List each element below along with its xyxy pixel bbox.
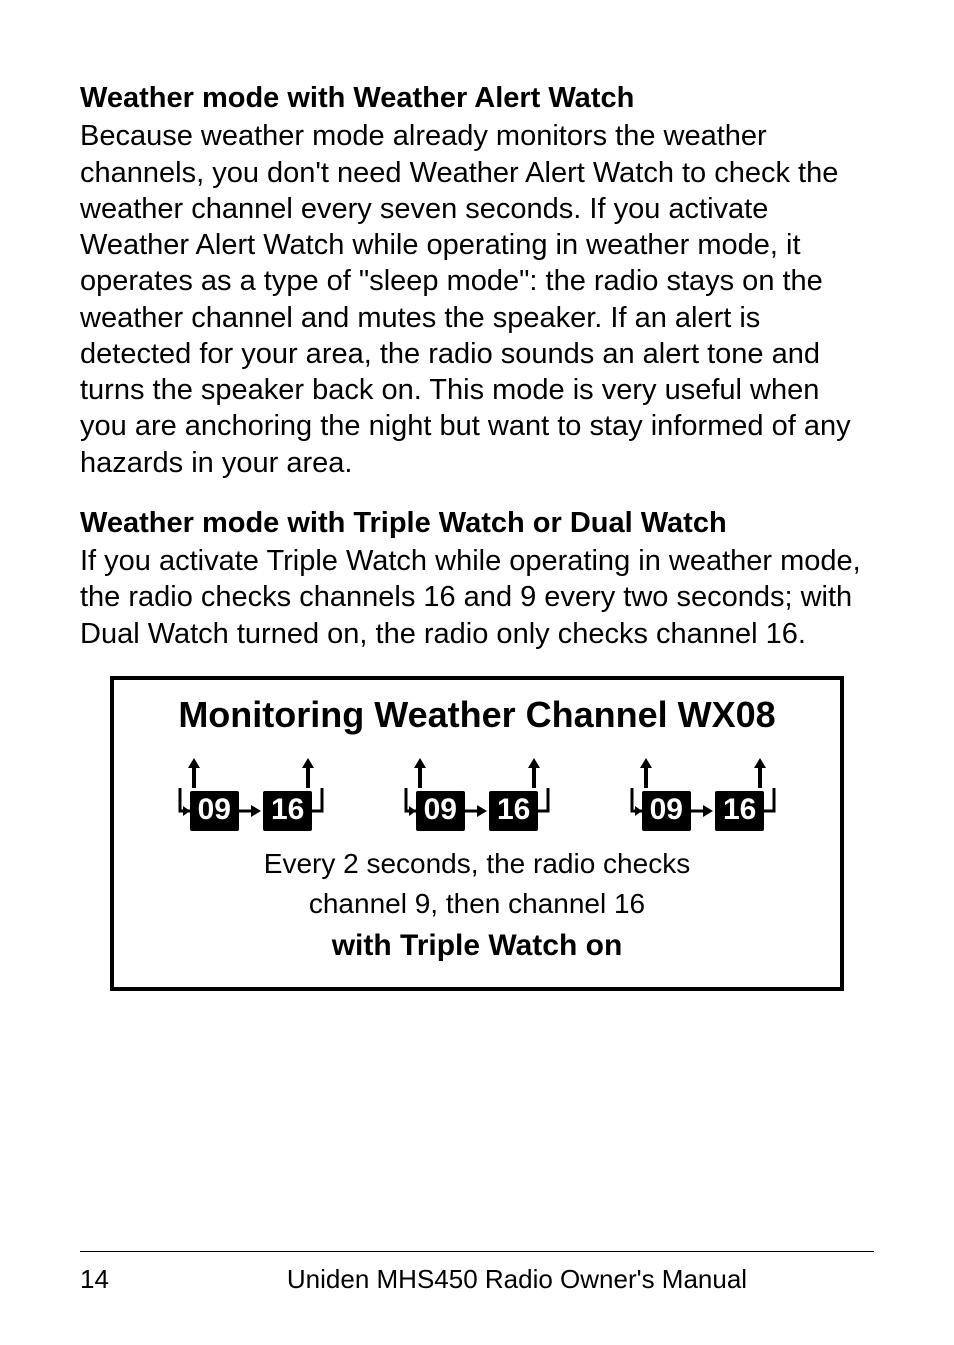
channel-box: 09 [416, 791, 465, 831]
arrow-up-icon [526, 758, 542, 788]
page-number: 14 [80, 1264, 160, 1295]
channel-groups: 09 16 09 16 [134, 758, 820, 834]
corner-in-icon [402, 788, 416, 834]
channel-box: 09 [190, 791, 239, 831]
arrow-right-icon [239, 801, 263, 821]
corner-out-icon [538, 788, 552, 834]
section2-heading: Weather mode with Triple Watch or Dual W… [80, 505, 874, 541]
arrow-right-icon [691, 801, 715, 821]
figure-caption-line2: channel 9, then channel 16 [134, 886, 820, 922]
channel-box: 16 [489, 791, 538, 831]
corner-out-icon [764, 788, 778, 834]
channel-group: 09 16 [166, 758, 336, 834]
section1-body: Because weather mode already monitors th… [80, 118, 874, 481]
figure-title: Monitoring Weather Channel WX08 [134, 694, 820, 736]
channel-box: 09 [642, 791, 691, 831]
page-footer: 14 Uniden MHS450 Radio Owner's Manual [80, 1251, 874, 1295]
section1-heading: Weather mode with Weather Alert Watch [80, 80, 874, 116]
channel-group: 09 16 [392, 758, 562, 834]
corner-in-icon [628, 788, 642, 834]
arrow-up-icon [752, 758, 768, 788]
channel-box: 16 [715, 791, 764, 831]
arrow-up-icon [300, 758, 316, 788]
corner-in-icon [176, 788, 190, 834]
footer-title: Uniden MHS450 Radio Owner's Manual [160, 1264, 874, 1295]
arrow-right-icon [465, 801, 489, 821]
figure-caption-line1: Every 2 seconds, the radio checks [134, 846, 820, 882]
figure-caption-bold: with Triple Watch on [134, 929, 820, 963]
channel-group: 09 16 [618, 758, 788, 834]
arrow-up-icon [186, 758, 202, 788]
arrow-up-icon [638, 758, 654, 788]
diagram-figure: Monitoring Weather Channel WX08 09 16 [110, 676, 844, 991]
channel-box: 16 [263, 791, 312, 831]
section2-body: If you activate Triple Watch while opera… [80, 543, 874, 652]
arrow-up-icon [412, 758, 428, 788]
corner-out-icon [312, 788, 326, 834]
